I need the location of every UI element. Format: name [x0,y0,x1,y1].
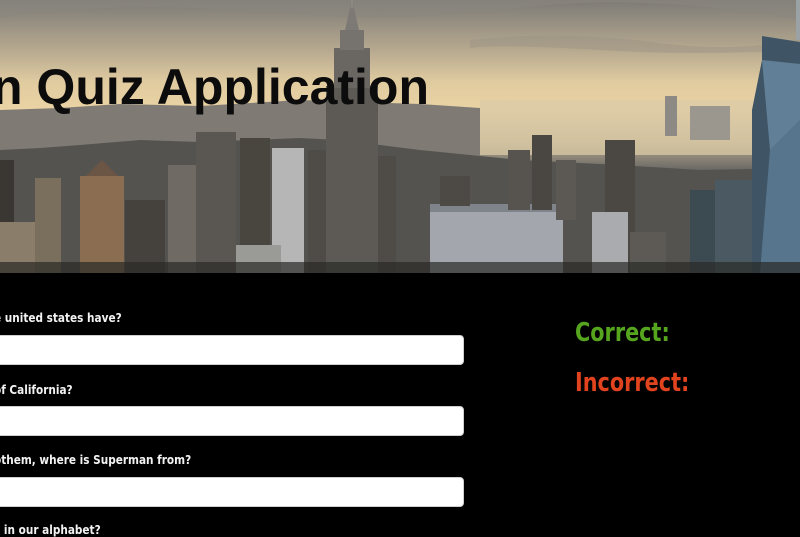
app-title: n Quiz Application [0,59,430,115]
question-4-label: s in our alphabet? [0,522,101,537]
header-banner: n Quiz Application [0,0,800,273]
question-2-answer-input[interactable] [0,406,464,436]
question-1-label: e united states have? [0,310,122,325]
city-skyline-image [0,0,800,273]
question-3-answer-input[interactable] [0,477,464,507]
question-2-label: of California? [0,382,73,397]
incorrect-count-label: Incorrect: [575,368,690,398]
correct-count-label: Correct: [575,318,670,348]
question-1-answer-input[interactable] [0,335,464,365]
question-3-label: othem, where is Superman from? [0,452,192,467]
